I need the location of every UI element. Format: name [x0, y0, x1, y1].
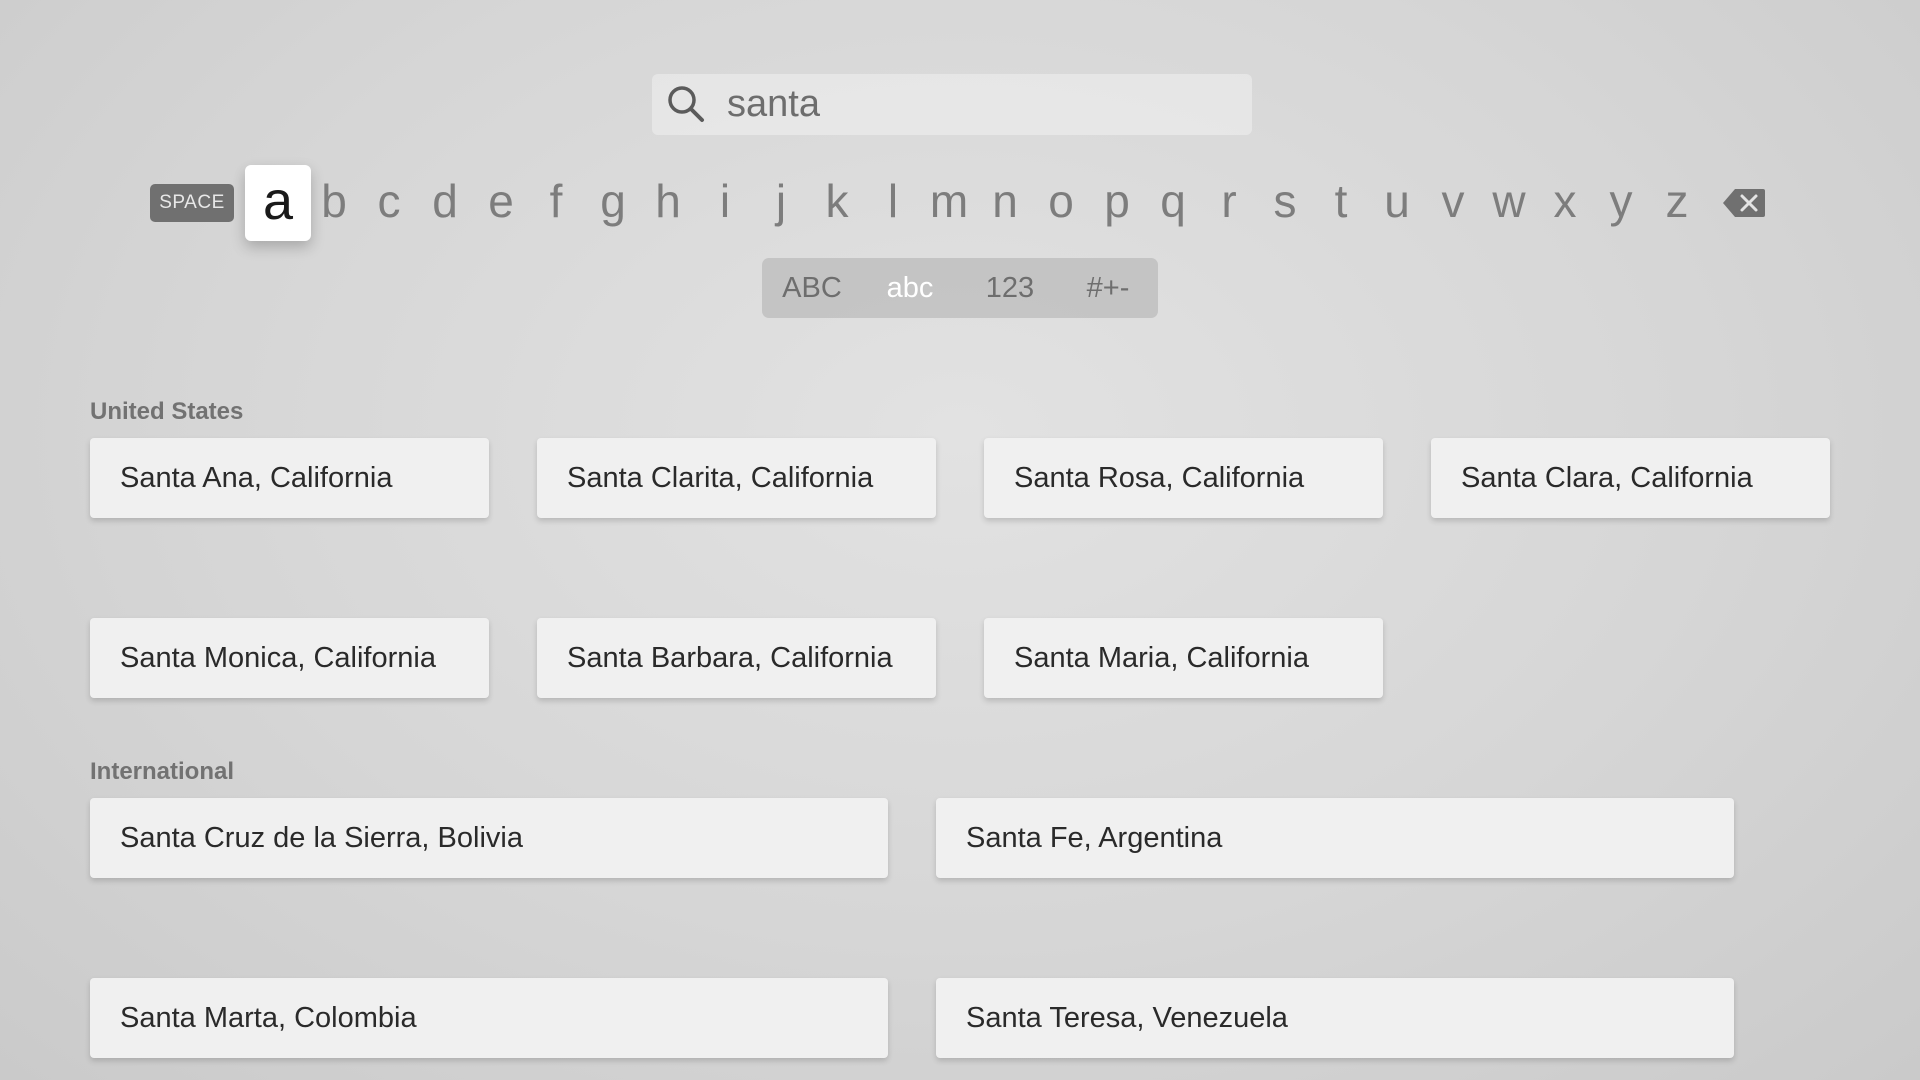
key-j[interactable]: j	[753, 165, 809, 241]
key-v[interactable]: v	[1425, 165, 1481, 241]
result-santa-clara[interactable]: Santa Clara, California	[1431, 438, 1830, 518]
key-q[interactable]: q	[1145, 165, 1201, 241]
search-bar[interactable]: santa	[652, 74, 1252, 135]
result-santa-barbara[interactable]: Santa Barbara, California	[537, 618, 936, 698]
key-x[interactable]: x	[1537, 165, 1593, 241]
mode-uppercase[interactable]: ABC	[762, 258, 862, 318]
backspace-icon[interactable]	[1721, 187, 1767, 219]
key-c[interactable]: c	[361, 165, 417, 241]
key-e[interactable]: e	[473, 165, 529, 241]
search-input[interactable]: santa	[727, 82, 820, 126]
key-s[interactable]: s	[1257, 165, 1313, 241]
key-u[interactable]: u	[1369, 165, 1425, 241]
key-g[interactable]: g	[585, 165, 641, 241]
result-santa-teresa[interactable]: Santa Teresa, Venezuela	[936, 978, 1734, 1058]
section-heading-united-states: United States	[90, 398, 244, 425]
key-l[interactable]: l	[865, 165, 921, 241]
result-santa-ana[interactable]: Santa Ana, California	[90, 438, 489, 518]
result-santa-clarita[interactable]: Santa Clarita, California	[537, 438, 936, 518]
search-icon	[668, 86, 704, 122]
result-santa-fe[interactable]: Santa Fe, Argentina	[936, 798, 1734, 878]
key-r[interactable]: r	[1201, 165, 1257, 241]
key-w[interactable]: w	[1481, 165, 1537, 241]
key-y[interactable]: y	[1593, 165, 1649, 241]
key-d[interactable]: d	[417, 165, 473, 241]
key-t[interactable]: t	[1313, 165, 1369, 241]
key-m[interactable]: m	[921, 165, 977, 241]
mode-numbers[interactable]: 123	[960, 258, 1060, 318]
key-h[interactable]: h	[640, 165, 696, 241]
key-b[interactable]: b	[306, 165, 362, 241]
result-santa-monica[interactable]: Santa Monica, California	[90, 618, 489, 698]
space-key[interactable]: SPACE	[150, 184, 234, 222]
result-santa-rosa[interactable]: Santa Rosa, California	[984, 438, 1383, 518]
mode-symbols[interactable]: #+-	[1058, 258, 1158, 318]
result-santa-marta[interactable]: Santa Marta, Colombia	[90, 978, 888, 1058]
key-p[interactable]: p	[1089, 165, 1145, 241]
mode-lowercase[interactable]: abc	[860, 258, 960, 318]
keyboard-mode-switch: ABC abc 123 #+-	[762, 258, 1158, 318]
key-i[interactable]: i	[697, 165, 753, 241]
result-santa-cruz[interactable]: Santa Cruz de la Sierra, Bolivia	[90, 798, 888, 878]
section-heading-international: International	[90, 758, 235, 785]
letter-keyboard: SPACE a b c d e f g h i j k l m n o p q …	[0, 165, 1920, 241]
key-o[interactable]: o	[1033, 165, 1089, 241]
key-k[interactable]: k	[809, 165, 865, 241]
key-z[interactable]: z	[1649, 165, 1705, 241]
key-a[interactable]: a	[245, 165, 311, 241]
key-n[interactable]: n	[977, 165, 1033, 241]
key-f[interactable]: f	[528, 165, 584, 241]
result-santa-maria[interactable]: Santa Maria, California	[984, 618, 1383, 698]
